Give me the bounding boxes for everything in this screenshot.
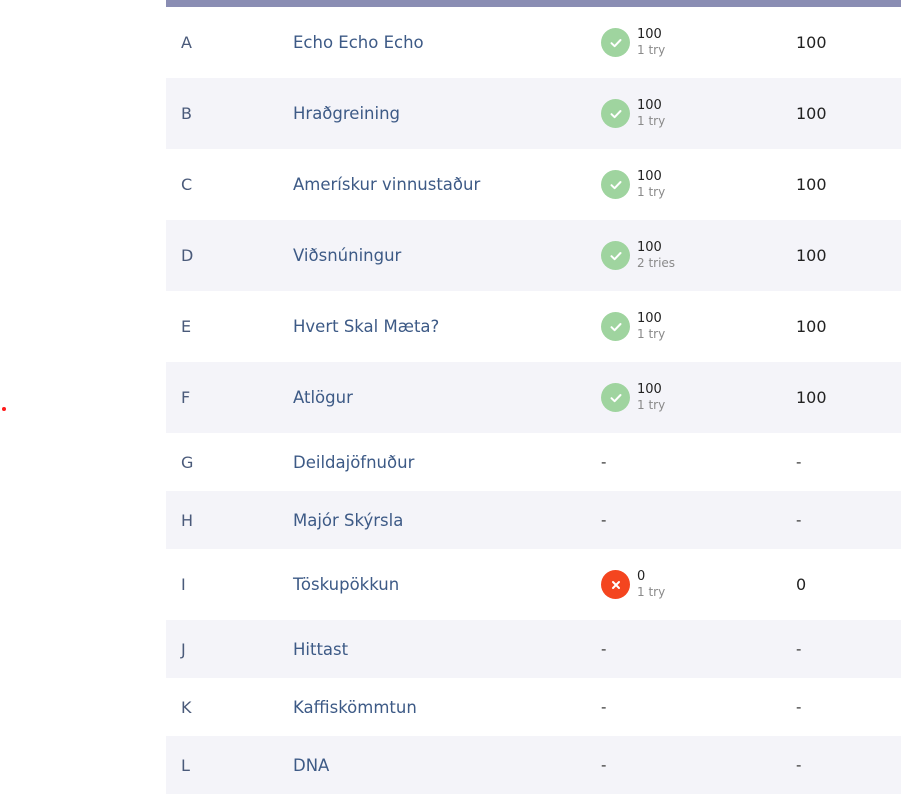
- problem-letter: H: [181, 510, 194, 530]
- problem-total: 100: [796, 246, 827, 265]
- result-score: 0: [637, 569, 646, 585]
- problem-total: -: [796, 511, 802, 529]
- table-row: E Hvert Skal Mæta? 100 1 try 100: [166, 291, 901, 362]
- submission-result: 100 1 try: [601, 99, 665, 128]
- result-tries: 2 tries: [637, 256, 676, 271]
- x-icon: [601, 570, 630, 599]
- result-empty: -: [601, 511, 607, 529]
- table-row: J Hittast - -: [166, 620, 901, 678]
- problem-name-link[interactable]: Hittast: [293, 640, 348, 659]
- problem-name-link[interactable]: Deildajöfnuður: [293, 453, 414, 472]
- table-row: I Töskupökkun 0 1 try 0: [166, 549, 901, 620]
- check-icon: [601, 99, 630, 128]
- problem-letter: A: [181, 33, 192, 52]
- submission-result: 100 2 tries: [601, 241, 675, 270]
- result-tries: 1 try: [637, 185, 666, 200]
- problem-total: 0: [796, 575, 807, 594]
- submission-result: 01 try: [601, 570, 665, 599]
- problem-letter: D: [181, 246, 194, 265]
- problem-name-link[interactable]: Echo Echo Echo: [293, 33, 424, 52]
- problem-total: -: [796, 756, 802, 774]
- problem-name-link[interactable]: Kaffiskömmtun: [293, 698, 417, 717]
- result-score: 100: [637, 169, 662, 185]
- problem-rows: A Echo Echo Echo 100 1 try 100 B Hraðgreining 1…: [166, 7, 901, 794]
- problem-letter: I: [181, 575, 186, 594]
- result-tries: 1 try: [637, 398, 666, 413]
- submission-result: 100 1 try: [601, 28, 665, 57]
- result-empty: -: [601, 756, 607, 774]
- table-header-bar: [166, 0, 901, 7]
- check-icon: [601, 28, 630, 57]
- problem-name-link[interactable]: Hvert Skal Mæta?: [293, 317, 439, 336]
- problem-total: 100: [796, 33, 827, 52]
- check-icon: [601, 383, 630, 412]
- table-row: F Atlögur 100 1 try 100: [166, 362, 901, 433]
- submission-result: 100 1 try: [601, 312, 665, 341]
- table-row: A Echo Echo Echo 100 1 try 100: [166, 7, 901, 78]
- result-tries: 1 try: [637, 43, 666, 58]
- submission-result: 100 1 try: [601, 170, 665, 199]
- problem-total: -: [796, 640, 802, 658]
- problem-letter: B: [181, 104, 192, 123]
- problem-total: -: [796, 453, 802, 471]
- cursor-dot: [2, 407, 6, 411]
- result-empty: -: [601, 453, 607, 471]
- problem-name-link[interactable]: Majór Skýrsla: [293, 511, 403, 530]
- result-empty: -: [601, 698, 607, 716]
- result-score: 100: [637, 311, 662, 327]
- submission-result: 100 1 try: [601, 383, 665, 412]
- problem-letter: E: [181, 317, 192, 336]
- check-icon: [601, 241, 630, 270]
- result-score: 100: [637, 382, 662, 398]
- problem-letter: C: [181, 175, 193, 194]
- table-row: B Hraðgreining 100 1 try 100: [166, 78, 901, 149]
- problem-letter: J: [181, 639, 186, 659]
- result-empty: -: [601, 640, 607, 658]
- table-row: G Deildajöfnuður - -: [166, 433, 901, 491]
- problem-letter: G: [181, 452, 194, 472]
- problem-name-link[interactable]: Amerískur vinnustaður: [293, 175, 480, 194]
- problem-letter: K: [181, 697, 192, 717]
- result-score: 100: [637, 240, 662, 256]
- result-tries: 1 try: [637, 585, 666, 600]
- table-row: L DNA - -: [166, 736, 901, 794]
- problem-name-link[interactable]: Hraðgreining: [293, 104, 400, 123]
- table-row: H Majór Skýrsla - -: [166, 491, 901, 549]
- problem-name-link[interactable]: Atlögur: [293, 388, 353, 407]
- result-score: 100: [637, 27, 662, 43]
- problem-total: 100: [796, 317, 827, 336]
- table-row: K Kaffiskömmtun - -: [166, 678, 901, 736]
- problem-total: 100: [796, 175, 827, 194]
- check-icon: [601, 312, 630, 341]
- problem-total: 100: [796, 104, 827, 123]
- result-score: 100: [637, 98, 662, 114]
- problem-total: -: [796, 698, 802, 716]
- problem-name-link[interactable]: Viðsnúningur: [293, 246, 401, 265]
- result-tries: 1 try: [637, 114, 666, 129]
- problem-name-link[interactable]: Töskupökkun: [293, 575, 399, 594]
- problem-total: 100: [796, 388, 827, 407]
- table-row: C Amerískur vinnustaður 100 1 try 100: [166, 149, 901, 220]
- problem-letter: L: [181, 755, 190, 775]
- problem-scoreboard-table: A Echo Echo Echo 100 1 try 100 B Hraðgreining 1…: [166, 0, 901, 794]
- result-tries: 1 try: [637, 327, 666, 342]
- problem-name-link[interactable]: DNA: [293, 756, 329, 775]
- problem-letter: F: [181, 388, 191, 407]
- check-icon: [601, 170, 630, 199]
- table-row: D Viðsnúningur 100 2 tries 100: [166, 220, 901, 291]
